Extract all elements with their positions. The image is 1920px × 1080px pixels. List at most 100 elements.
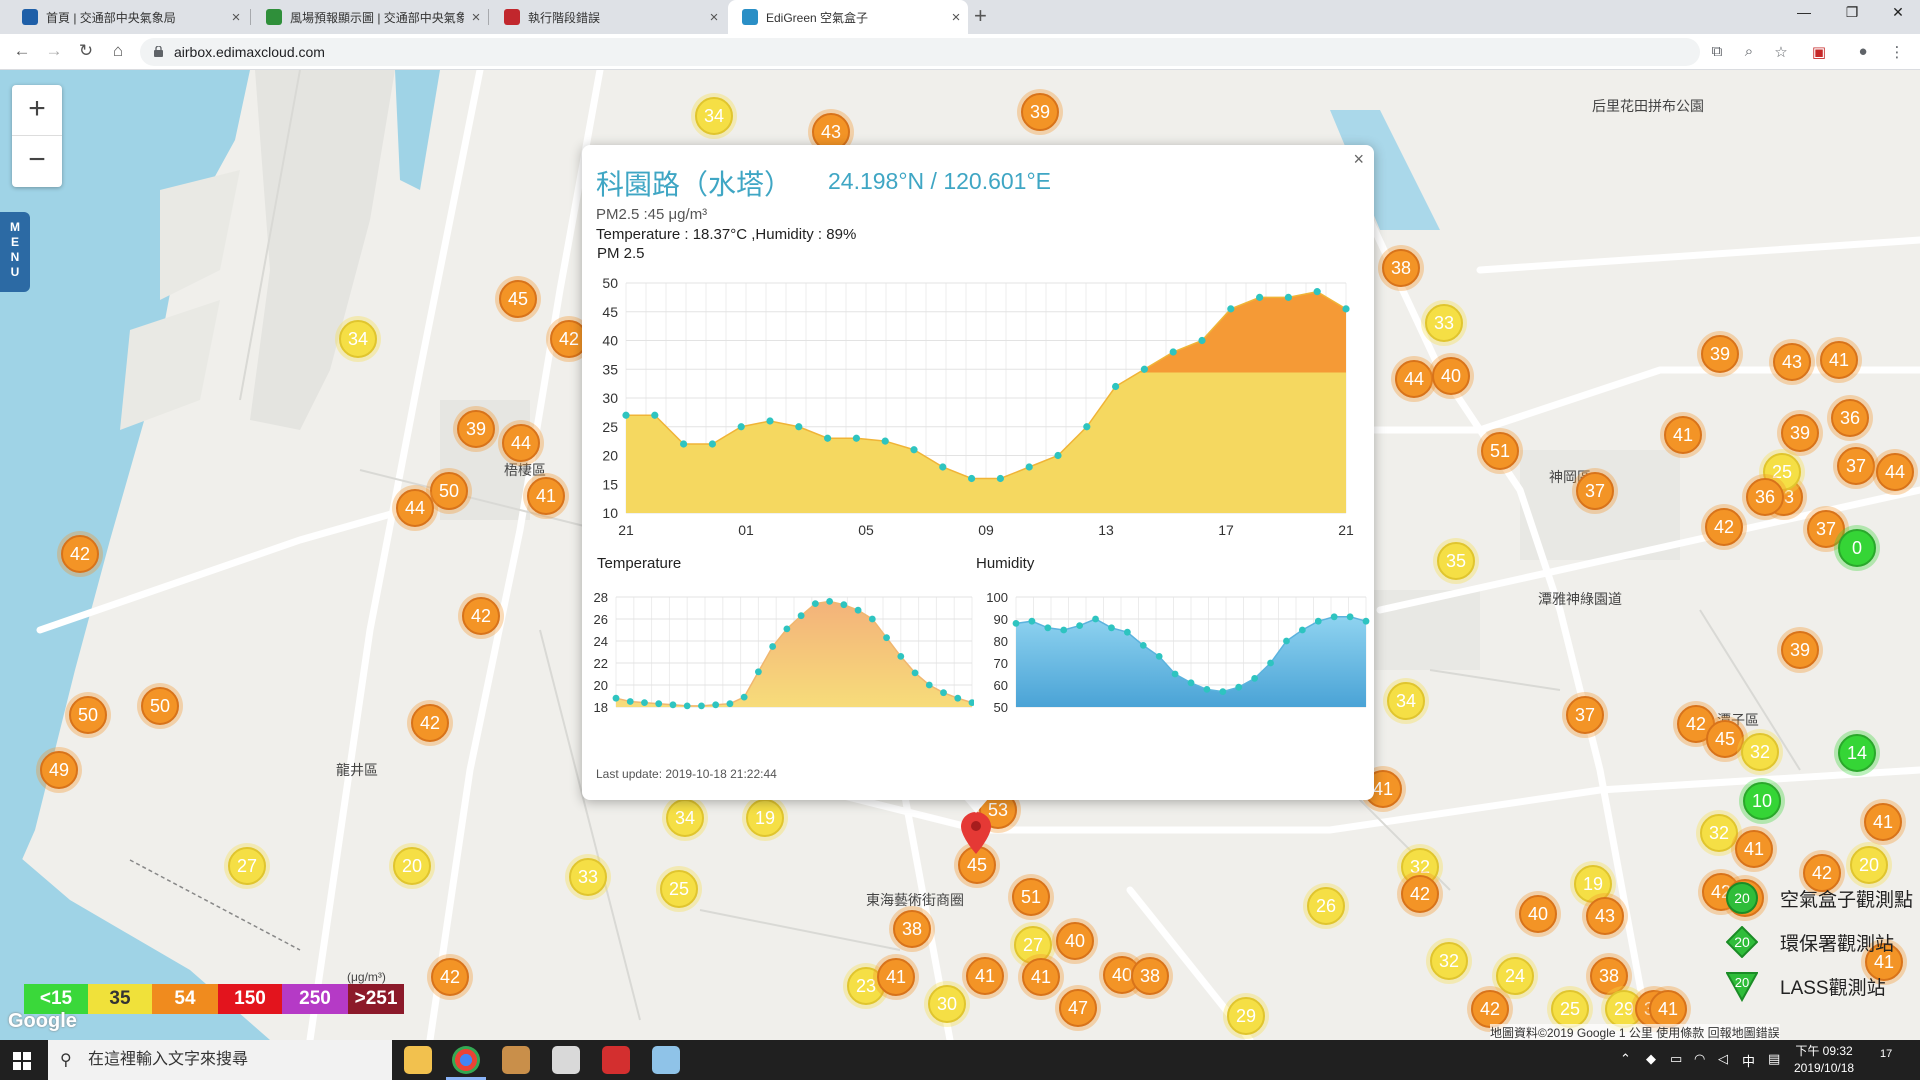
data-point[interactable]: [622, 411, 630, 419]
wifi-icon[interactable]: ◠: [1694, 1051, 1705, 1067]
data-point[interactable]: [655, 700, 663, 708]
close-tab-icon[interactable]: ×: [224, 9, 248, 26]
data-point[interactable]: [911, 669, 919, 677]
data-point[interactable]: [1092, 615, 1099, 623]
volume-icon[interactable]: ◁: [1718, 1051, 1728, 1067]
file-explorer-icon[interactable]: [404, 1046, 432, 1074]
data-point[interactable]: [910, 446, 918, 454]
data-point[interactable]: [1314, 617, 1322, 625]
data-point[interactable]: [854, 606, 862, 614]
home-icon[interactable]: ⌂: [106, 41, 130, 61]
battery-icon[interactable]: ▭: [1670, 1051, 1682, 1067]
data-point[interactable]: [1044, 624, 1052, 632]
forward-arrow-icon[interactable]: →: [42, 41, 66, 61]
window-close-icon[interactable]: ✕: [1878, 4, 1918, 21]
sensor-marker[interactable]: 41: [1735, 830, 1773, 868]
sensor-marker[interactable]: 38: [1131, 957, 1169, 995]
data-point[interactable]: [1284, 293, 1292, 301]
sensor-marker[interactable]: 39: [1781, 414, 1819, 452]
sensor-marker[interactable]: 42: [411, 704, 449, 742]
data-point[interactable]: [881, 437, 889, 445]
data-point[interactable]: [726, 700, 734, 708]
sensor-marker[interactable]: 41: [877, 958, 915, 996]
extension-icon[interactable]: ▣: [1808, 43, 1830, 61]
sensor-marker[interactable]: 43: [1586, 897, 1624, 935]
sensor-marker[interactable]: 50: [69, 696, 107, 734]
data-point[interactable]: [766, 417, 774, 425]
data-point[interactable]: [737, 423, 745, 431]
data-point[interactable]: [1054, 451, 1062, 460]
sensor-marker[interactable]: 44: [1395, 360, 1433, 398]
data-point[interactable]: [1155, 653, 1163, 660]
data-point[interactable]: [1140, 365, 1148, 373]
tab-edigreen-airbox[interactable]: EdiGreen 空氣盒子 ×: [728, 0, 968, 34]
sensor-marker[interactable]: 37: [1837, 447, 1875, 485]
sensor-marker[interactable]: 24: [1496, 957, 1534, 995]
sensor-marker[interactable]: 25: [660, 870, 698, 908]
sensor-marker[interactable]: 35: [1437, 542, 1475, 580]
sensor-marker[interactable]: 41: [1864, 803, 1902, 841]
data-point[interactable]: [1171, 670, 1179, 678]
address-bar[interactable]: airbox.edimaxcloud.com: [140, 38, 1700, 66]
data-point[interactable]: [669, 701, 677, 709]
sensor-marker[interactable]: 34: [695, 97, 733, 135]
sensor-marker[interactable]: 32: [1700, 814, 1738, 852]
sensor-marker[interactable]: 38: [893, 910, 931, 948]
sensor-marker[interactable]: 25: [1551, 990, 1589, 1028]
sensor-marker[interactable]: 32: [1430, 942, 1468, 980]
sensor-marker[interactable]: 50: [141, 687, 179, 725]
sensor-marker[interactable]: 30: [928, 985, 966, 1023]
tab-runtime-error[interactable]: 執行階段錯誤 ×: [490, 0, 726, 34]
data-point[interactable]: [708, 440, 716, 448]
sensor-marker[interactable]: 10: [1743, 782, 1781, 820]
sensor-marker[interactable]: 27: [228, 847, 266, 885]
app-icon[interactable]: [552, 1046, 580, 1074]
data-point[interactable]: [883, 634, 890, 642]
back-arrow-icon[interactable]: ←: [10, 41, 34, 61]
app-icon[interactable]: [652, 1046, 680, 1074]
minimize-icon[interactable]: —: [1784, 4, 1824, 20]
location-pin-icon[interactable]: [961, 812, 991, 854]
data-point[interactable]: [954, 694, 962, 702]
data-point[interactable]: [996, 474, 1004, 483]
data-point[interactable]: [612, 694, 620, 702]
data-point[interactable]: [1227, 305, 1235, 313]
sensor-marker[interactable]: 45: [499, 280, 537, 318]
sensor-marker[interactable]: 34: [666, 799, 704, 837]
data-point[interactable]: [1012, 620, 1020, 627]
menu-tab-button[interactable]: MENU: [0, 212, 30, 292]
close-popup-icon[interactable]: ×: [1353, 149, 1364, 170]
data-point[interactable]: [1256, 293, 1264, 301]
sensor-marker[interactable]: 29: [1227, 997, 1265, 1035]
sensor-marker[interactable]: 40: [1432, 357, 1470, 395]
data-point[interactable]: [1123, 628, 1131, 636]
reload-icon[interactable]: ↻: [74, 41, 98, 61]
sensor-marker[interactable]: 51: [1481, 432, 1519, 470]
data-point[interactable]: [1298, 626, 1306, 634]
sensor-marker[interactable]: 39: [1701, 335, 1739, 373]
sensor-marker[interactable]: 44: [502, 424, 540, 462]
sensor-marker[interactable]: 36: [1746, 478, 1784, 516]
data-point[interactable]: [897, 653, 905, 660]
sensor-marker[interactable]: 39: [457, 410, 495, 448]
data-point[interactable]: [1187, 679, 1195, 687]
data-point[interactable]: [1313, 288, 1321, 296]
data-point[interactable]: [783, 625, 791, 633]
sensor-marker[interactable]: 41: [527, 477, 565, 515]
data-point[interactable]: [1346, 613, 1354, 621]
app-icon[interactable]: [502, 1046, 530, 1074]
data-point[interactable]: [1169, 348, 1177, 356]
sensor-marker[interactable]: 41: [1820, 341, 1858, 379]
sensor-marker[interactable]: 20: [1850, 846, 1888, 884]
data-point[interactable]: [868, 615, 876, 623]
data-point[interactable]: [1083, 423, 1091, 431]
sensor-marker[interactable]: 41: [966, 957, 1004, 995]
data-point[interactable]: [797, 612, 805, 620]
kebab-menu-icon[interactable]: ⋮: [1886, 43, 1908, 61]
sensor-marker[interactable]: 32: [1741, 733, 1779, 771]
sensor-marker[interactable]: 14: [1838, 734, 1876, 772]
sensor-marker[interactable]: 0: [1838, 529, 1876, 567]
sensor-marker[interactable]: 51: [1012, 878, 1050, 916]
close-tab-icon[interactable]: ×: [944, 9, 968, 26]
data-point[interactable]: [626, 698, 634, 705]
